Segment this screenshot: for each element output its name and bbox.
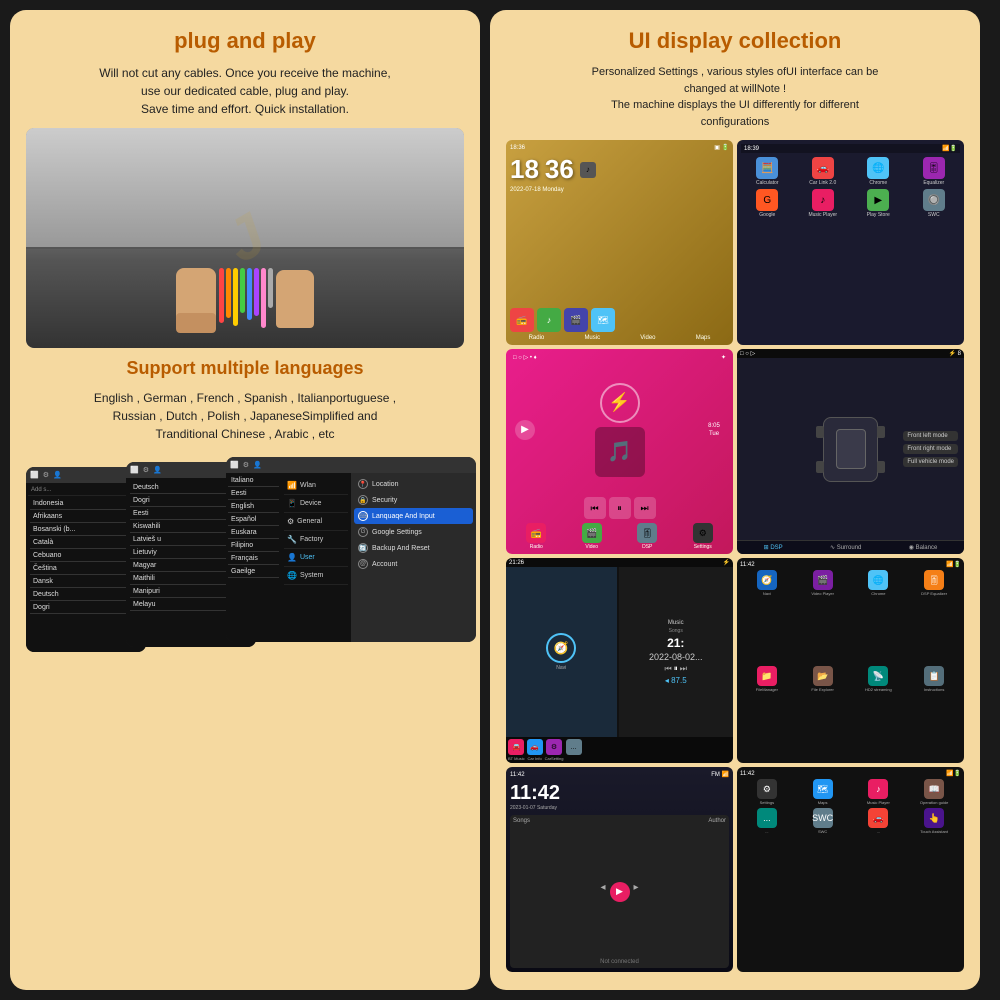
lang-item: Español xyxy=(228,514,279,526)
lang-item: Français xyxy=(228,553,279,565)
settings-nav-user[interactable]: 👤 User xyxy=(284,549,348,567)
lang-item: Filipino xyxy=(228,540,279,552)
lang-item: Gaeilge xyxy=(228,566,279,578)
settings-screenshot-area: ⬜ ⚙ 👤 Add s... Indonesia Afrikaans Bosan… xyxy=(26,457,464,667)
ui-cell-dsp: □ ○ ▷ ⚡ 8 Front left mode Front right m xyxy=(737,349,964,554)
ui-grid: 18:36 ▣ 🔋 18 36 ♪ 2022-07-18 Monday 📻 ♪ … xyxy=(506,140,964,972)
ui-cell-maps: 11:42 📶🔋 ⚙ Settings 🗺 Maps ♪ Music Playe… xyxy=(737,767,964,972)
plug-play-desc: Will not cut any cables. Once you receiv… xyxy=(26,64,464,118)
lang-item: Eesti xyxy=(228,488,279,500)
menu-backup-reset[interactable]: 🔄 Backup And Reset xyxy=(354,540,473,556)
settings-nav-system[interactable]: 🌐 System xyxy=(284,567,348,585)
menu-security[interactable]: 🔒 Security xyxy=(354,492,473,508)
right-panel: UI display collection Personalized Setti… xyxy=(490,10,980,990)
ui-cell-apps2: 11:42 📶🔋 🧭 Navi 🎬 Video Player 🌐 Chrome xyxy=(737,558,964,763)
plug-play-title: plug and play xyxy=(26,28,464,54)
ui-cell-bluetooth: □ ○ ▷ • ♦ ✦ ▶ ⚡ 🎵 8:05 Tue xyxy=(506,349,733,554)
lang-title: Support multiple languages xyxy=(26,358,464,379)
menu-language-input[interactable]: ⌨ Lanquaqe And Input xyxy=(354,508,473,524)
lang-item: Euskara xyxy=(228,527,279,539)
ui-cell-app-grid: 18:39 📶🔋 🧮 Calculator 🚗 Car Link 2.0 🌐 C xyxy=(737,140,964,345)
settings-nav-device[interactable]: 📱 Device xyxy=(284,495,348,513)
lang-item: Italiano xyxy=(228,475,279,487)
menu-location[interactable]: 📍 Location xyxy=(354,476,473,492)
install-image: J xyxy=(26,128,464,348)
ui-cell-clock: 18:36 ▣ 🔋 18 36 ♪ 2022-07-18 Monday 📻 ♪ … xyxy=(506,140,733,345)
ui-collection-desc: Personalized Settings , various styles o… xyxy=(506,64,964,130)
ui-cell-nav: 21:26 ⚡ 🧭 Navi Music Songs 21: 2022-08-0… xyxy=(506,558,733,763)
screen-layer-3: ⬜ ⚙ 👤 Italiano Eesti English Español Eus… xyxy=(226,457,476,642)
lang-desc: English , German , French , Spanish , It… xyxy=(26,389,464,443)
ui-collection-title: UI display collection xyxy=(506,28,964,54)
lang-item: English xyxy=(228,501,279,513)
settings-nav-wlan[interactable]: 📶 Wlan xyxy=(284,477,348,495)
settings-nav-factory[interactable]: 🔧 Factory xyxy=(284,531,348,549)
ui-cell-clock2: 11:42 FM 📶 11:42 2023-01-07 Saturday Son… xyxy=(506,767,733,972)
settings-nav-general[interactable]: ⚙ General xyxy=(284,513,348,531)
menu-google-settings[interactable]: G Google Settings xyxy=(354,524,473,540)
left-panel: plug and play Will not cut any cables. O… xyxy=(10,10,480,990)
menu-account[interactable]: @ Account xyxy=(354,556,473,572)
